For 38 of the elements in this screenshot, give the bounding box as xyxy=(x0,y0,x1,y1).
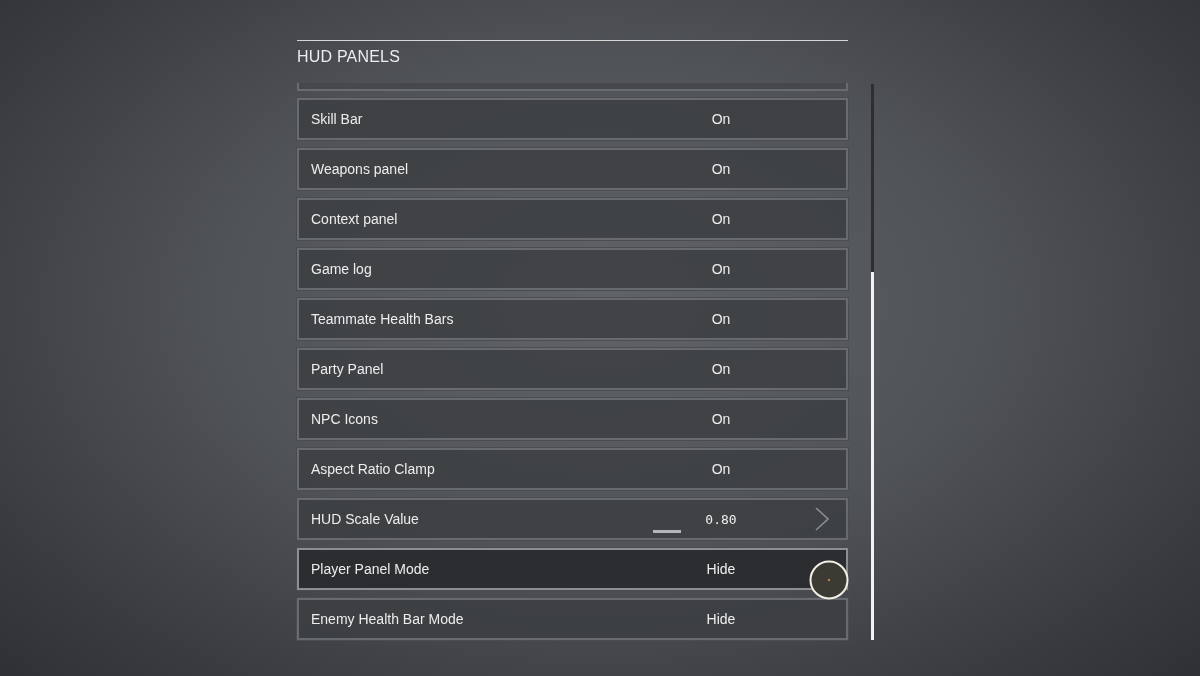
setting-value: Hide xyxy=(706,611,736,627)
setting-row[interactable]: Aspect Ratio Clamp On xyxy=(297,448,848,490)
setting-label: Player Panel Mode xyxy=(311,561,431,577)
setting-label: Game log xyxy=(311,261,373,277)
setting-row[interactable]: NPC Icons On xyxy=(297,398,848,440)
setting-value: 0.80 xyxy=(705,511,737,527)
setting-row[interactable]: Skill Bar On xyxy=(297,98,848,140)
setting-row[interactable]: Context panel On xyxy=(297,198,848,240)
setting-label: NPC Icons xyxy=(311,411,379,427)
setting-row[interactable]: Teammate Health Bars On xyxy=(297,298,848,340)
setting-value: Hide xyxy=(706,561,736,577)
cursor-icon xyxy=(809,560,849,600)
setting-value: On xyxy=(711,461,731,477)
setting-value: On xyxy=(711,111,731,127)
setting-label: Weapons panel xyxy=(311,161,410,177)
setting-label: Party Panel xyxy=(311,361,385,377)
slider-handle[interactable] xyxy=(653,530,681,533)
setting-label: HUD Scale Value xyxy=(311,511,420,527)
setting-row[interactable]: Game log On xyxy=(297,248,848,290)
setting-label: Teammate Health Bars xyxy=(311,311,455,327)
setting-row[interactable]: Weapons panel On xyxy=(297,148,848,190)
chevron-right-icon[interactable] xyxy=(815,507,829,531)
section-title: HUD PANELS xyxy=(297,47,402,67)
setting-row[interactable]: HUD Scale Value 0.80 xyxy=(297,498,848,540)
scrollbar-track[interactable] xyxy=(871,84,874,640)
setting-row[interactable]: Party Panel On xyxy=(297,348,848,390)
setting-value: On xyxy=(711,411,731,427)
setting-label: Enemy Health Bar Mode xyxy=(311,611,465,627)
setting-value: On xyxy=(711,361,731,377)
setting-value: On xyxy=(711,311,731,327)
setting-label: Aspect Ratio Clamp xyxy=(311,461,436,477)
setting-value: On xyxy=(711,261,731,277)
setting-label: Context panel xyxy=(311,211,399,227)
setting-value: On xyxy=(711,211,731,227)
scrollbar-thumb[interactable] xyxy=(871,272,874,640)
setting-value: On xyxy=(711,161,731,177)
setting-label: Skill Bar xyxy=(311,111,364,127)
setting-row[interactable]: Enemy Health Bar Mode Hide xyxy=(297,598,848,640)
